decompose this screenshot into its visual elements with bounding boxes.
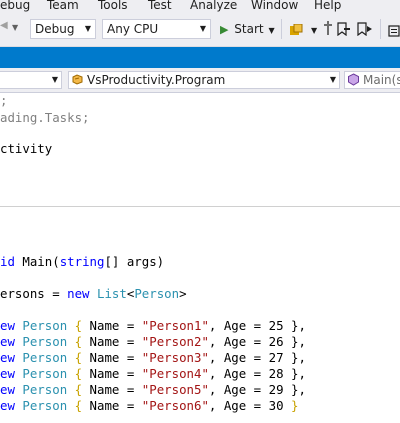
start-label: Start (234, 22, 264, 36)
step-into-icon[interactable] (322, 20, 334, 36)
code-line-person: ew Person { Name = "Person1", Age = 25 }… (0, 318, 306, 333)
bookmark-icon[interactable] (337, 21, 351, 37)
redo-icon[interactable]: ◀ (0, 20, 12, 36)
chevron-down-icon: ▼ (80, 20, 95, 38)
separator (380, 19, 381, 39)
platform-value: Any CPU (107, 22, 159, 36)
code-line: ading.Tasks; (0, 110, 90, 125)
document-tab-strip (0, 47, 400, 68)
class-selector-label: VsProductivity.Program (87, 73, 226, 87)
config-combo[interactable]: Debug ▼ (30, 19, 96, 39)
menu-test[interactable]: Test (148, 0, 172, 12)
comment-icon[interactable] (388, 22, 400, 37)
member-selector-label: Main(s (363, 73, 400, 87)
menu-bar: ebug Team Tools Test Analyze Window Help (0, 0, 400, 14)
method-icon (347, 73, 360, 86)
code-line-person: ew Person { Name = "Person5", Age = 29 }… (0, 382, 306, 397)
code-line: id Main(string[] args) (0, 254, 165, 269)
code-line: ersons = new List<Person> (0, 286, 187, 301)
bookmark-next-icon[interactable] (357, 21, 373, 37)
code-editor[interactable]: ; ading.Tasks; ctivity id Main(string[] … (0, 93, 400, 423)
browser-link-icon[interactable] (289, 22, 303, 35)
class-selector[interactable]: VsProductivity.Program ▼ (68, 71, 340, 89)
method-separator (0, 206, 400, 207)
chevron-down-icon: ▼ (329, 75, 336, 84)
platform-combo[interactable]: Any CPU ▼ (102, 19, 211, 39)
class-icon (71, 73, 84, 86)
dropdown-arrow-icon[interactable]: ▼ (12, 23, 18, 32)
separator (281, 19, 282, 39)
config-value: Debug (35, 22, 75, 36)
chevron-down-icon: ▼ (195, 20, 210, 38)
project-selector[interactable]: ▼ (0, 71, 62, 89)
menu-analyze[interactable]: Analyze (190, 0, 237, 12)
chevron-down-icon: ▼ (51, 75, 58, 84)
menu-debug[interactable]: ebug (0, 0, 30, 12)
code-line: ; (0, 93, 8, 108)
dropdown-arrow-icon[interactable]: ▼ (311, 26, 317, 35)
play-icon: ▶ (220, 23, 229, 36)
chevron-down-icon: ▼ (268, 26, 275, 35)
code-line-person: ew Person { Name = "Person2", Age = 26 }… (0, 334, 306, 349)
menu-team[interactable]: Team (47, 0, 79, 12)
menu-tools[interactable]: Tools (98, 0, 128, 12)
start-button[interactable]: ▶ Start ▼ (220, 19, 278, 39)
menu-window[interactable]: Window (251, 0, 298, 12)
code-line-person: ew Person { Name = "Person3", Age = 27 }… (0, 350, 306, 365)
code-line-person: ew Person { Name = "Person4", Age = 28 }… (0, 366, 306, 381)
code-line-person: ew Person { Name = "Person6", Age = 30 } (0, 398, 299, 413)
toolbar: ◀ ▼ Debug ▼ Any CPU ▼ ▶ Start ▼ ▼ (0, 14, 400, 47)
code-line: ctivity (0, 141, 53, 156)
member-selector[interactable]: Main(s (344, 71, 400, 89)
navigation-bar: ▼ VsProductivity.Program ▼ Main(s (0, 68, 400, 93)
menu-help[interactable]: Help (314, 0, 341, 12)
